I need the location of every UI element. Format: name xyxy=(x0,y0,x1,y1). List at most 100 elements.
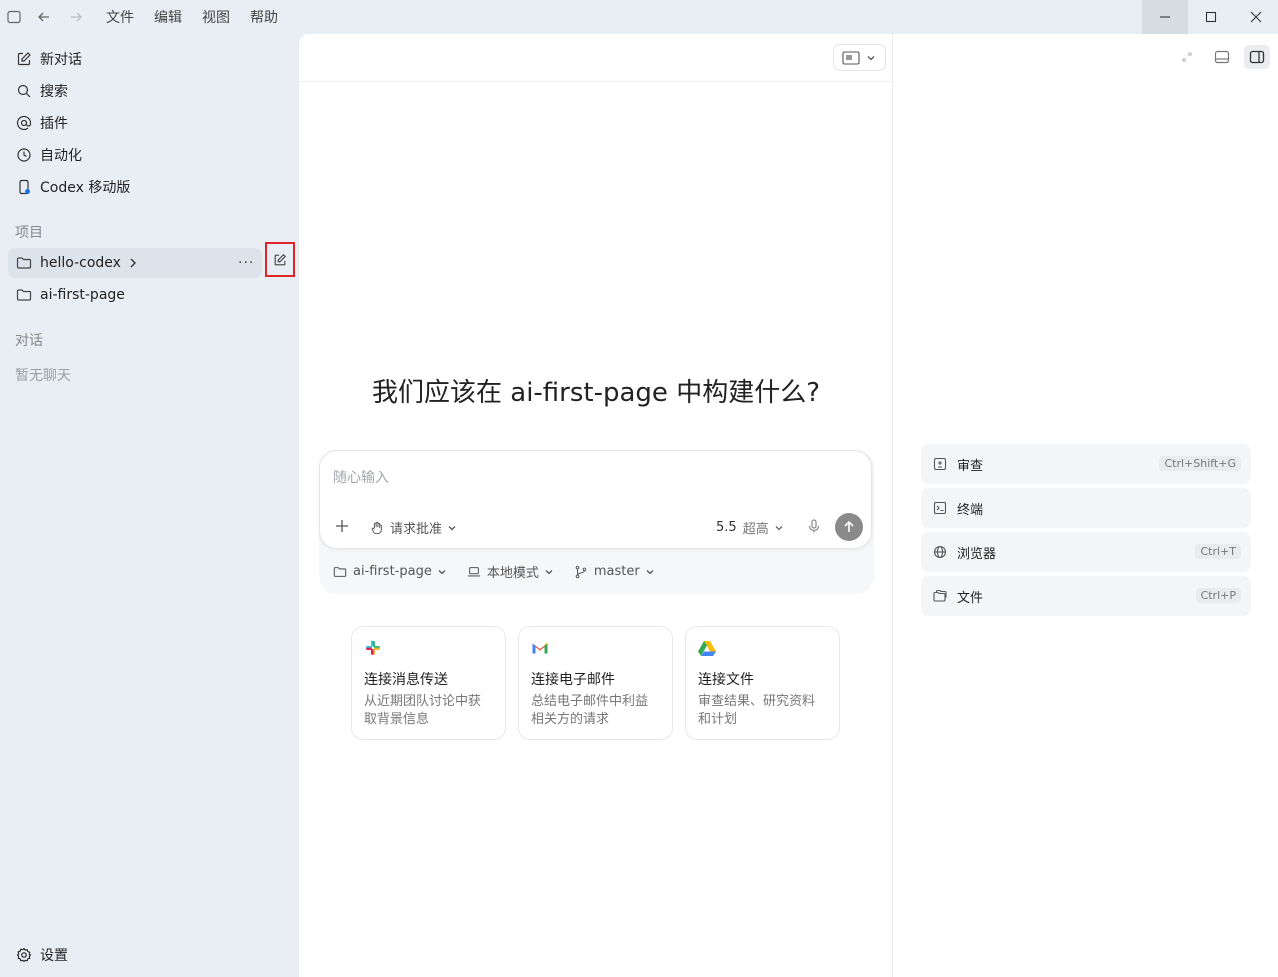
connect-messaging-card[interactable]: 连接消息传送 从近期团队讨论中获 取背景信息 xyxy=(351,626,506,740)
chats-heading: 对话 xyxy=(15,333,43,349)
browser-shortcut: Ctrl+T xyxy=(1195,544,1241,559)
gear-icon xyxy=(16,947,32,963)
sidebar-toggle-icon[interactable] xyxy=(6,9,22,25)
mobile-icon xyxy=(16,179,32,195)
model-level: 超高 xyxy=(742,522,769,537)
composer-container: 随心输入 请求批准 5.5 超高 ai-first-page 本地模式 mast… xyxy=(319,450,874,594)
new-chat-in-project-button[interactable] xyxy=(265,242,295,277)
main-panel: 我们应该在 ai-first-page 中构建什么? 随心输入 请求批准 5.5… xyxy=(298,34,893,977)
terminal-icon xyxy=(933,501,947,515)
approval-label: 请求批准 xyxy=(390,522,443,537)
branch-selector-label: master xyxy=(593,564,640,579)
sidebar-item-label: 新对话 xyxy=(40,52,82,68)
view-mode-dropdown[interactable] xyxy=(833,44,886,71)
project-label: ai-first-page xyxy=(40,287,125,303)
model-dropdown[interactable]: 5.5 超高 xyxy=(716,518,784,537)
mode-selector[interactable]: 本地模式 xyxy=(467,562,554,581)
expand-icon[interactable] xyxy=(1178,48,1196,66)
context-bar: ai-first-page 本地模式 master xyxy=(333,562,675,581)
mode-selector-label: 本地模式 xyxy=(486,566,539,581)
browser-panel-item[interactable]: 浏览器 Ctrl+T xyxy=(921,532,1251,572)
close-button[interactable] xyxy=(1233,0,1278,34)
chevron-down-icon xyxy=(866,53,876,63)
chats-empty-text: 暂无聊天 xyxy=(15,368,71,384)
search-icon xyxy=(16,83,32,99)
minimize-button[interactable] xyxy=(1142,0,1188,34)
sidebar-item-label: 搜索 xyxy=(40,84,68,100)
card-title: 连接文件 xyxy=(698,672,754,688)
laptop-icon xyxy=(467,565,481,579)
git-branch-icon xyxy=(574,565,588,579)
card-description-line: 相关方的请求 xyxy=(531,712,610,727)
branch-selector[interactable]: master xyxy=(574,564,655,579)
gmail-logo-icon xyxy=(531,639,660,657)
right-panel: 审查 Ctrl+Shift+G 终端 浏览器 Ctrl+T 文件 Ctrl+P xyxy=(893,34,1278,977)
page-title: 我们应该在 ai-first-page 中构建什么? xyxy=(372,378,820,408)
clock-icon xyxy=(16,147,32,163)
project-selector[interactable]: ai-first-page xyxy=(333,564,447,579)
card-description-line: 从近期团队讨论中获 xyxy=(364,694,482,709)
project-selector-label: ai-first-page xyxy=(353,564,432,579)
side-panel-icon[interactable] xyxy=(1244,45,1270,69)
sidebar-item-label: 插件 xyxy=(40,116,68,132)
folder-icon xyxy=(16,287,32,303)
chevron-down-icon xyxy=(774,523,784,533)
menu-bar: 文件 编辑 视图 帮助 xyxy=(96,0,288,34)
terminal-panel-item[interactable]: 终端 xyxy=(921,488,1251,528)
composer: 随心输入 请求批准 5.5 超高 xyxy=(319,450,872,549)
edit-icon xyxy=(16,51,32,67)
sidebar-item-automation[interactable]: 自动化 xyxy=(8,140,290,170)
plus-icon[interactable] xyxy=(333,517,351,535)
sidebar-item-search[interactable]: 搜索 xyxy=(8,76,290,106)
menu-help[interactable]: 帮助 xyxy=(250,7,278,27)
folder-icon xyxy=(16,255,32,271)
forward-arrow-icon[interactable] xyxy=(68,9,84,25)
browser-label: 浏览器 xyxy=(957,546,997,562)
menu-file[interactable]: 文件 xyxy=(106,7,134,27)
chevron-down-icon xyxy=(544,567,554,577)
review-panel-item[interactable]: 审查 Ctrl+Shift+G xyxy=(921,444,1251,484)
prompt-input[interactable]: 随心输入 xyxy=(333,467,389,487)
review-shortcut: Ctrl+Shift+G xyxy=(1159,456,1241,471)
settings-button[interactable]: 设置 xyxy=(8,940,68,970)
model-version: 5.5 xyxy=(716,520,737,535)
microphone-icon[interactable] xyxy=(806,518,822,534)
review-icon xyxy=(933,457,947,471)
more-options-icon[interactable]: ··· xyxy=(238,255,254,271)
back-arrow-icon[interactable] xyxy=(36,9,52,25)
slack-logo-icon xyxy=(364,639,493,657)
chevron-right-icon[interactable] xyxy=(127,257,139,269)
edit-icon xyxy=(273,253,287,267)
connect-files-card[interactable]: 连接文件 审查结果、研究资料 和计划 xyxy=(685,626,840,740)
bottom-panel-icon[interactable] xyxy=(1213,48,1231,66)
files-icon xyxy=(933,589,947,603)
send-button[interactable] xyxy=(835,513,863,541)
sidebar-item-plugins[interactable]: 插件 xyxy=(8,108,290,138)
sidebar-item-new-chat[interactable]: 新对话 xyxy=(8,44,290,74)
files-panel-item[interactable]: 文件 Ctrl+P xyxy=(921,576,1251,616)
approval-mode-dropdown[interactable]: 请求批准 xyxy=(370,518,457,537)
main-header xyxy=(299,34,893,82)
sidebar: 新对话 搜索 插件 自动化 Codex 移动版 项目 hello-codex ·… xyxy=(0,34,298,977)
files-shortcut: Ctrl+P xyxy=(1195,588,1241,603)
sidebar-item-label: Codex 移动版 xyxy=(40,180,131,196)
project-item-ai-first-page[interactable]: ai-first-page xyxy=(8,280,290,310)
project-item-hello-codex[interactable]: hello-codex xyxy=(8,248,262,278)
menu-edit[interactable]: 编辑 xyxy=(154,7,182,27)
project-label: hello-codex xyxy=(40,255,121,271)
files-label: 文件 xyxy=(957,590,984,606)
connect-email-card[interactable]: 连接电子邮件 总结电子邮件中利益 相关方的请求 xyxy=(518,626,673,740)
projects-heading: 项目 xyxy=(15,225,43,241)
sidebar-item-codex-mobile[interactable]: Codex 移动版 xyxy=(8,172,290,202)
image-icon xyxy=(842,50,860,65)
card-title: 连接电子邮件 xyxy=(531,672,615,688)
review-label: 审查 xyxy=(957,458,984,474)
maximize-button[interactable] xyxy=(1188,0,1234,34)
at-icon xyxy=(16,115,32,131)
card-description-line: 取背景信息 xyxy=(364,712,430,727)
menu-view[interactable]: 视图 xyxy=(202,7,230,27)
chevron-down-icon xyxy=(447,523,457,533)
folder-icon xyxy=(333,565,347,579)
card-description: 从近期团队讨论中获 取背景信息 xyxy=(364,693,493,729)
card-description-line: 和计划 xyxy=(698,712,738,727)
